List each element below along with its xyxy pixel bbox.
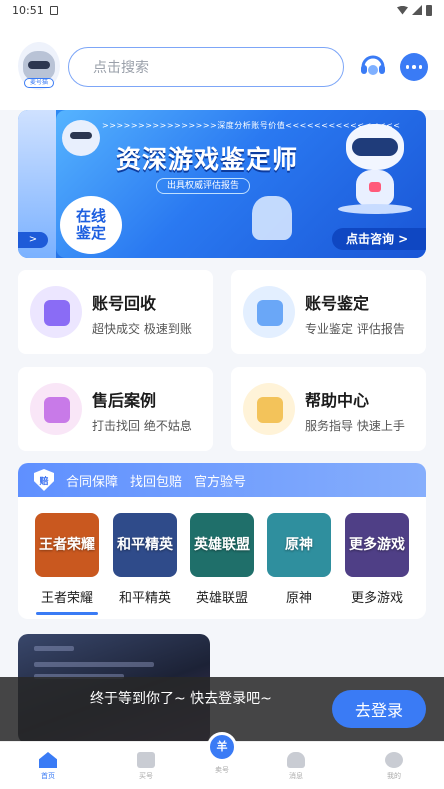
status-time: 10:51 (12, 3, 44, 17)
guide-book-icon (257, 397, 283, 423)
games-panel: 赔 合同保障 找回包赔 官方验号 王者荣耀 王者荣耀 和平精英 和平精英 英雄联… (18, 463, 426, 619)
banner-tag: 出具权威评估报告 (156, 178, 251, 194)
buy-icon (137, 752, 155, 768)
bottom-tab-bar: 首页 买号 羊 卖号 消息 我的 (0, 732, 444, 789)
tab-label: 买号 (139, 772, 153, 780)
banner-mascot-icon (62, 120, 100, 156)
promo-banner[interactable]: > >>>>>>>>>>>>>>>>深度分析账号价值<<<<<<<<<<<<<<… (18, 110, 426, 258)
customer-service-button[interactable] (358, 51, 388, 81)
game-name: 原神 (285, 591, 312, 606)
sim-card-icon (49, 5, 58, 15)
headset-icon (361, 55, 385, 75)
card-title: 帮助中心 (305, 391, 370, 410)
star-bag-icon (44, 300, 70, 326)
game-list: 王者荣耀 王者荣耀 和平精英 和平精英 英雄联盟 英雄联盟 原神 原神 更多游戏… (18, 513, 426, 615)
game-name: 王者荣耀 (40, 591, 93, 606)
tab-sell[interactable]: 羊 卖号 (192, 732, 252, 789)
mascot-badge: 麦号猫 (24, 78, 54, 88)
card-help-center[interactable]: 帮助中心 服务指导 快速上手 (231, 367, 426, 451)
login-button[interactable]: 去登录 (332, 690, 426, 728)
top-header: 麦号猫 点击搜索 (0, 20, 444, 110)
chat-dots-icon (405, 65, 410, 69)
guarantee-item: 官方验号 (194, 474, 247, 490)
appraiser-figure-icon (252, 196, 292, 240)
search-placeholder: 点击搜索 (93, 60, 149, 76)
app-mascot-avatar[interactable]: 麦号猫 (18, 42, 60, 90)
profile-icon (385, 752, 403, 768)
game-tile-icon: 英雄联盟 (190, 513, 254, 577)
compensation-shield-icon: 赔 (34, 469, 54, 491)
game-name: 和平精英 (118, 591, 171, 606)
card-desc: 服务指导 快速上手 (305, 419, 405, 433)
guarantee-item: 合同保障 (66, 474, 119, 490)
signal-icon (412, 5, 422, 15)
tab-buy[interactable]: 买号 (116, 742, 176, 789)
game-tile-icon: 和平精英 (113, 513, 177, 577)
card-icon-bg (243, 286, 295, 338)
bell-icon (287, 752, 305, 768)
card-desc: 超快成交 极速到账 (92, 322, 192, 336)
tab-profile[interactable]: 我的 (364, 742, 424, 789)
home-icon (39, 752, 57, 768)
search-input[interactable]: 点击搜索 (68, 47, 344, 87)
robot-illustration-icon (338, 124, 412, 214)
game-tile-icon: 更多游戏 (345, 513, 409, 577)
card-desc: 打击找回 绝不姑息 (92, 419, 192, 433)
game-genshin[interactable]: 原神 原神 (264, 513, 334, 606)
banner-title: 资深游戏鉴定师 (116, 145, 299, 174)
guarantee-item: 找回包赔 (130, 474, 183, 490)
selected-underline (36, 612, 98, 615)
wifi-icon (397, 5, 408, 15)
tab-label: 消息 (289, 772, 303, 780)
card-after-sales-cases[interactable]: 售后案例 打击找回 绝不姑息 (18, 367, 213, 451)
card-icon-bg (30, 383, 82, 435)
card-icon-bg (243, 383, 295, 435)
tab-label: 卖号 (215, 766, 229, 774)
listing-preview-row (34, 662, 154, 667)
game-lol[interactable]: 英雄联盟 英雄联盟 (187, 513, 257, 606)
card-desc: 专业鉴定 评估报告 (305, 322, 405, 336)
card-title: 账号回收 (92, 294, 157, 313)
game-more[interactable]: 更多游戏 更多游戏 (342, 513, 412, 606)
raccoon-mascot-icon (23, 51, 55, 81)
status-bar: 10:51 (0, 0, 444, 20)
shield-check-icon (257, 300, 283, 326)
battery-icon (426, 4, 432, 16)
game-tile-icon: 原神 (267, 513, 331, 577)
tab-label: 首页 (41, 772, 55, 780)
guarantee-bar: 赔 合同保障 找回包赔 官方验号 (18, 463, 426, 497)
banner-prev-slide[interactable]: > (18, 110, 56, 258)
chevron-right-icon: > (18, 232, 48, 248)
tab-messages[interactable]: 消息 (266, 742, 326, 789)
game-name: 英雄联盟 (195, 591, 248, 606)
card-title: 账号鉴定 (305, 294, 370, 313)
game-wangzhe[interactable]: 王者荣耀 王者荣耀 (32, 513, 102, 615)
sell-icon: 羊 (207, 732, 237, 762)
card-title: 售后案例 (92, 391, 157, 410)
toast-message: 终于等到你了~ 快去登录吧~ (90, 691, 272, 707)
listing-preview-row (34, 646, 74, 651)
phone-shield-icon (44, 397, 70, 423)
online-appraisal-badge: 在线鉴定 (60, 196, 122, 254)
card-account-appraisal[interactable]: 账号鉴定 专业鉴定 评估报告 (231, 270, 426, 354)
game-heping[interactable]: 和平精英 和平精英 (110, 513, 180, 606)
card-icon-bg (30, 286, 82, 338)
card-account-recycle[interactable]: 账号回收 超快成交 极速到账 (18, 270, 213, 354)
online-appraisal-label: 在线鉴定 (75, 207, 106, 242)
tab-label: 我的 (387, 772, 401, 780)
message-button[interactable] (400, 53, 428, 81)
game-tile-icon: 王者荣耀 (35, 513, 99, 577)
consult-button[interactable]: 点击咨询 > (332, 228, 426, 250)
banner-slide[interactable]: >>>>>>>>>>>>>>>>深度分析账号价值<<<<<<<<<<<<<<<<… (56, 110, 426, 258)
game-name: 更多游戏 (350, 591, 403, 606)
tab-home[interactable]: 首页 (18, 742, 78, 789)
